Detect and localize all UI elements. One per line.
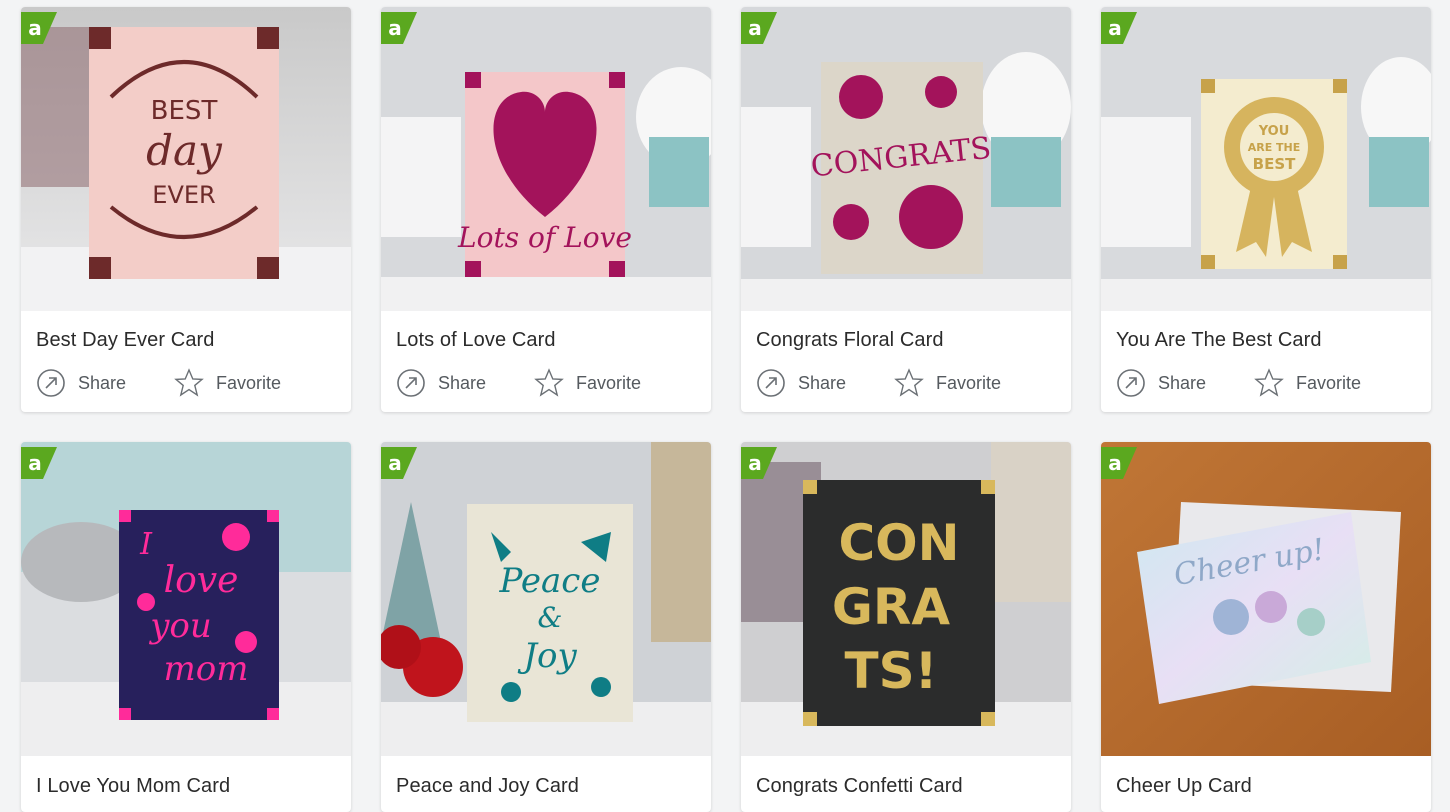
art-text-line: YOU <box>1258 124 1290 139</box>
share-button[interactable]: Share <box>1116 366 1206 400</box>
art-text-line: BEST <box>151 96 218 126</box>
favorite-button[interactable]: Favorite <box>534 366 641 400</box>
project-card[interactable]: Peace & Joy a Peace and Joy Card <box>381 442 711 812</box>
app-badge: a <box>21 447 57 479</box>
card-title[interactable]: Cheer Up Card <box>1116 775 1252 798</box>
share-icon <box>397 369 425 397</box>
card-title[interactable]: Best Day Ever Card <box>36 329 215 352</box>
card-thumbnail[interactable]: CON GRA TS! a <box>741 442 1071 756</box>
card-thumbnail[interactable]: BEST day EVER a <box>21 7 351 311</box>
favorite-label: Favorite <box>936 372 1002 393</box>
badge-letter: a <box>28 451 42 475</box>
share-label: Share <box>798 372 847 393</box>
art-text-line: ARE THE <box>1248 141 1301 154</box>
art-text-line: Joy <box>517 636 577 676</box>
art-text-line: I <box>139 527 153 562</box>
app-badge: a <box>741 447 777 479</box>
badge-letter: a <box>1108 451 1122 475</box>
app-badge: a <box>1101 12 1137 44</box>
app-badge: a <box>1101 447 1137 479</box>
favorite-button[interactable]: Favorite <box>1254 366 1361 400</box>
art-text-line: BEST <box>1253 155 1296 173</box>
art-text-line: mom <box>164 649 249 689</box>
art-text-line: love <box>164 560 239 601</box>
card-thumbnail[interactable]: I love you mom a <box>21 442 351 756</box>
star-icon <box>894 368 924 397</box>
favorite-button[interactable]: Favorite <box>174 366 281 400</box>
card-title[interactable]: Congrats Floral Card <box>756 329 944 352</box>
app-badge: a <box>381 12 417 44</box>
badge-letter: a <box>388 16 402 40</box>
card-thumbnail[interactable]: CONGRATS a <box>741 7 1071 311</box>
share-button[interactable]: Share <box>756 366 846 400</box>
share-label: Share <box>1158 372 1207 393</box>
app-badge: a <box>381 447 417 479</box>
project-card[interactable]: Cheer up! a Cheer Up Card <box>1101 442 1431 812</box>
project-grid: BEST day EVER a Best Day Ever Card Share… <box>0 0 1450 812</box>
share-icon <box>37 369 65 397</box>
favorite-label: Favorite <box>576 372 642 393</box>
favorite-label: Favorite <box>1296 372 1362 393</box>
badge-letter: a <box>28 16 42 40</box>
art-text-line: you <box>148 606 212 646</box>
card-actions: Share Favorite <box>396 366 696 400</box>
share-label: Share <box>78 372 127 393</box>
star-icon <box>534 368 564 397</box>
art-text-line: Peace <box>499 561 601 601</box>
card-thumbnail[interactable]: Lots of Love a <box>381 7 711 311</box>
project-card[interactable]: I love you mom a I Love You Mom Card <box>21 442 351 812</box>
art-text-line: EVER <box>152 181 215 209</box>
share-icon <box>1117 369 1145 397</box>
project-card[interactable]: YOU ARE THE BEST a You Are The Best Card… <box>1101 7 1431 412</box>
card-thumbnail[interactable]: Peace & Joy a <box>381 442 711 756</box>
art-text-line: TS! <box>845 642 938 700</box>
card-title[interactable]: I Love You Mom Card <box>36 775 230 798</box>
card-thumbnail[interactable]: YOU ARE THE BEST a <box>1101 7 1431 311</box>
art-text-line: GRA <box>832 578 951 636</box>
card-title[interactable]: Lots of Love Card <box>396 329 556 352</box>
share-button[interactable]: Share <box>36 366 126 400</box>
badge-letter: a <box>748 16 762 40</box>
app-badge: a <box>21 12 57 44</box>
star-icon <box>1254 368 1284 397</box>
star-icon <box>174 368 204 397</box>
card-title[interactable]: You Are The Best Card <box>1116 329 1322 352</box>
card-actions: Share Favorite <box>1116 366 1416 400</box>
favorite-button[interactable]: Favorite <box>894 366 1001 400</box>
project-card[interactable]: CON GRA TS! a Congrats Confetti Card <box>741 442 1071 812</box>
app-badge: a <box>741 12 777 44</box>
share-icon <box>757 369 785 397</box>
share-button[interactable]: Share <box>396 366 486 400</box>
art-text-line: & <box>538 601 563 634</box>
badge-letter: a <box>748 451 762 475</box>
art-text-line: day <box>146 126 223 175</box>
badge-letter: a <box>1108 16 1122 40</box>
badge-letter: a <box>388 451 402 475</box>
art-text-line: CON <box>838 514 959 572</box>
share-label: Share <box>438 372 487 393</box>
art-text-line: Lots of Love <box>457 221 632 254</box>
project-card[interactable]: BEST day EVER a Best Day Ever Card Share… <box>21 7 351 412</box>
card-actions: Share Favorite <box>36 366 336 400</box>
card-title[interactable]: Congrats Confetti Card <box>756 775 963 798</box>
card-thumbnail[interactable]: Cheer up! a <box>1101 442 1431 756</box>
card-title[interactable]: Peace and Joy Card <box>396 775 579 798</box>
card-actions: Share Favorite <box>756 366 1056 400</box>
project-card[interactable]: Lots of Love a Lots of Love Card Share F… <box>381 7 711 412</box>
favorite-label: Favorite <box>216 372 282 393</box>
project-card[interactable]: CONGRATS a Congrats Floral Card Share Fa… <box>741 7 1071 412</box>
